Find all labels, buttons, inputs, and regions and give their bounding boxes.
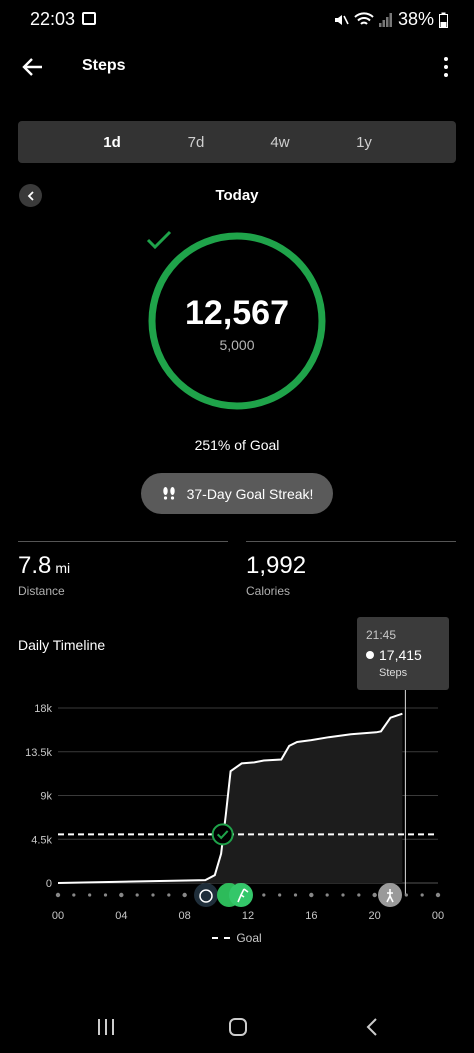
steps-goal: 5,000 — [219, 337, 255, 353]
status-time: 22:03 — [30, 9, 76, 29]
streak-label: 37-Day Goal Streak! — [186, 485, 314, 502]
x-tick-label: 00 — [52, 910, 64, 922]
calories-value: 1,992 — [246, 552, 307, 579]
hour-dot — [151, 893, 155, 897]
hour-dot — [103, 893, 108, 897]
status-indicators: 38% — [333, 9, 448, 30]
tooltip-value: 17,415 — [379, 647, 422, 663]
x-tick-label: 08 — [179, 910, 191, 922]
x-tick-label: 00 — [432, 910, 444, 922]
steps-count: 12,567 — [185, 294, 289, 332]
hour-dot — [182, 892, 187, 898]
distance-label: Distance — [18, 584, 65, 598]
mute-icon — [334, 14, 349, 25]
signal-icon — [378, 12, 392, 27]
y-tick-label: 9k — [40, 791, 52, 803]
tab-7d[interactable]: 7d — [154, 134, 238, 151]
recent-apps-icon — [98, 1019, 114, 1035]
day-label: Today — [215, 187, 259, 204]
hour-dot — [325, 893, 329, 897]
gallery-notification-icon — [82, 12, 96, 25]
timeline-title: Daily Timeline — [18, 637, 106, 653]
chart-tooltip: 21:45 17,415 Steps — [357, 617, 449, 690]
goal-legend-label: Goal — [236, 931, 262, 945]
more-vert-icon — [444, 57, 448, 61]
alarm-icon — [194, 883, 218, 907]
wifi-icon — [354, 11, 374, 25]
hour-dot — [262, 893, 266, 897]
chart-legend: Goal — [0, 931, 474, 945]
distance-unit: mi — [55, 560, 71, 576]
status-bar: 22:03 38% — [0, 0, 474, 40]
tab-4w[interactable]: 4w — [238, 134, 322, 151]
x-tick-label: 12 — [242, 910, 254, 922]
x-tick-label: 16 — [305, 910, 317, 922]
hour-dot — [88, 893, 92, 897]
steps-progress-ring: 12,567 5,000 — [146, 230, 328, 412]
x-tick-label: 04 — [115, 910, 127, 922]
hour-dot — [309, 892, 314, 898]
steps-area — [58, 713, 403, 883]
goal-legend-line — [212, 937, 231, 939]
back-button[interactable] — [18, 52, 48, 82]
hour-dot — [341, 893, 345, 897]
tooltip-time: 21:45 — [366, 628, 397, 642]
range-tabs: 1d 7d 4w 1y — [18, 121, 456, 163]
app-bar: Steps — [0, 44, 474, 90]
goal-reached-marker — [211, 823, 234, 846]
y-tick-label: 18k — [34, 703, 52, 715]
footprints-icon — [162, 486, 175, 500]
goal-streak-button[interactable]: 37-Day Goal Streak! — [141, 473, 333, 514]
home-icon — [229, 1018, 247, 1036]
hour-dot — [167, 893, 171, 897]
battery-percent: 38% — [397, 9, 434, 29]
recent-apps-button[interactable] — [86, 1012, 126, 1042]
x-tick-label: 20 — [369, 910, 381, 922]
y-tick-label: 4.5k — [31, 834, 52, 846]
hour-dot — [135, 893, 139, 897]
hour-dot — [404, 893, 408, 897]
daily-timeline-chart[interactable]: 0 4.5k 9k 13.5k 18k 00 04 08 12 16 20 00 — [0, 690, 474, 930]
check-icon — [146, 230, 172, 250]
arrow-left-icon — [22, 58, 42, 76]
battery-icon — [439, 12, 448, 28]
y-tick-label: 13.5k — [25, 747, 52, 759]
distance-stat: 7.8 mi Distance — [18, 541, 228, 605]
tab-1y[interactable]: 1y — [322, 134, 406, 151]
hour-dot — [55, 892, 61, 898]
hour-dot — [293, 893, 298, 897]
y-tick-label: 0 — [46, 878, 52, 890]
hour-dot — [119, 892, 124, 898]
hour-dot — [357, 893, 361, 897]
distance-value: 7.8 — [18, 552, 52, 579]
hour-dot — [72, 893, 76, 897]
system-nav-bar — [0, 1000, 474, 1053]
tooltip-unit: Steps — [379, 667, 408, 679]
home-button[interactable] — [218, 1012, 258, 1042]
tooltip-series-dot — [366, 651, 374, 659]
goal-percentage: 251% of Goal — [194, 437, 280, 453]
tab-1d[interactable]: 1d — [70, 134, 154, 151]
calories-label: Calories — [246, 584, 291, 598]
hour-dot — [420, 893, 424, 897]
hour-dot — [278, 893, 282, 897]
more-options-button[interactable] — [434, 52, 458, 82]
hour-dot — [372, 892, 377, 898]
page-title: Steps — [82, 57, 126, 74]
system-back-button[interactable] — [352, 1012, 392, 1042]
hour-dot — [435, 892, 441, 898]
calories-stat: 1,992 Calories — [246, 541, 456, 605]
back-chevron-icon — [366, 1018, 377, 1036]
